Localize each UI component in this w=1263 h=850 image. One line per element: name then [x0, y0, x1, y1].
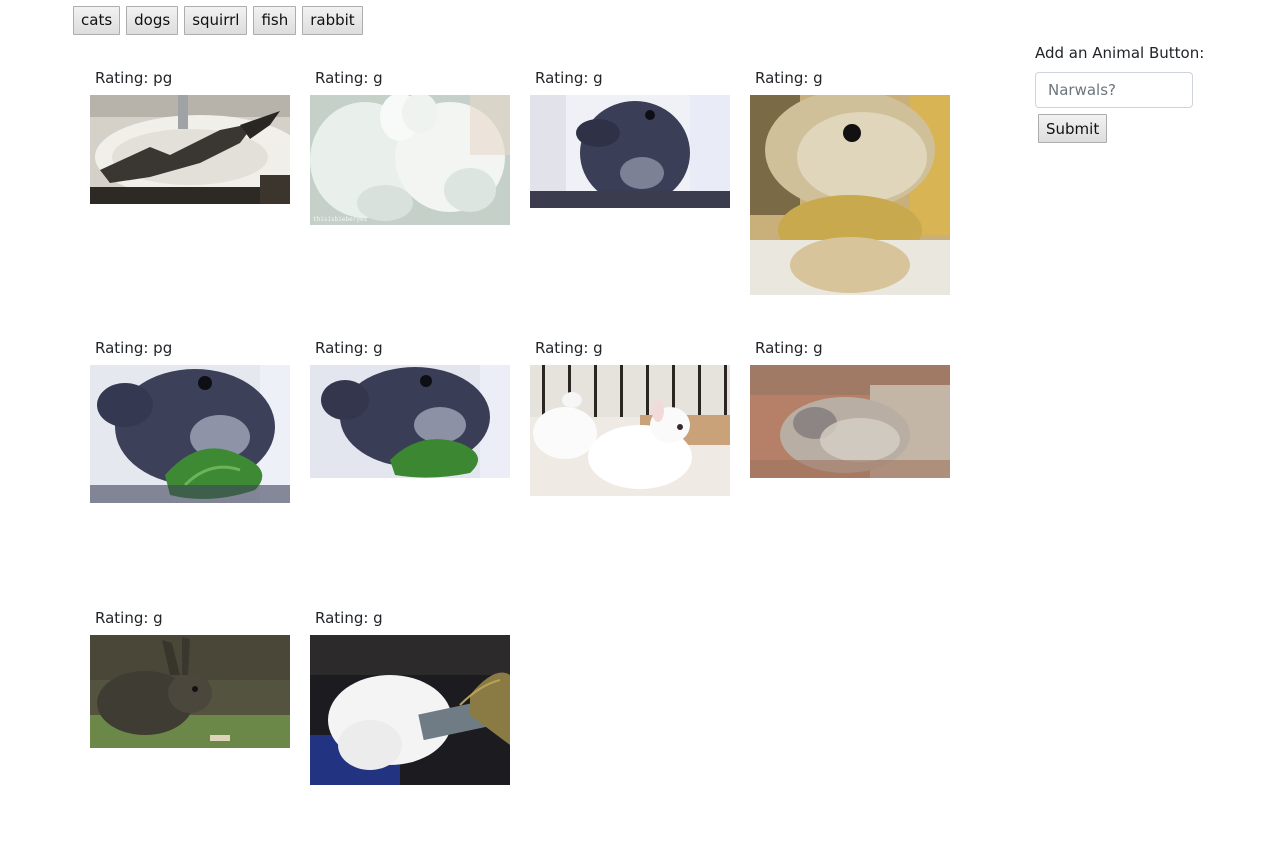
gif-card: Rating: g thisisbieberyes: [310, 68, 510, 225]
blurry-rabbit-image: [750, 365, 950, 478]
gif-rating: Rating: g: [535, 69, 603, 87]
submit-button[interactable]: Submit: [1038, 114, 1108, 143]
gif-image[interactable]: [90, 365, 290, 503]
gif-card: Rating: pg: [90, 68, 290, 204]
gif-image[interactable]: [530, 95, 730, 208]
gif-rating: Rating: g: [535, 339, 603, 357]
gif-card: Rating: g: [90, 608, 290, 748]
white-bunnies-cage-image: [530, 365, 730, 496]
gif-image[interactable]: [750, 95, 950, 295]
gif-rating: Rating: pg: [95, 339, 173, 357]
gif-image[interactable]: [90, 635, 290, 748]
gif-rating: Rating: pg: [95, 69, 173, 87]
grey-rabbit-image: [530, 95, 730, 208]
gif-card: Rating: g: [310, 338, 510, 478]
gif-rating: Rating: g: [95, 609, 163, 627]
topic-button-fish[interactable]: fish: [253, 6, 297, 35]
grey-rabbit-eating-2-image: [310, 365, 510, 478]
gif-image[interactable]: [530, 365, 730, 496]
topic-button-cats[interactable]: cats: [73, 6, 121, 35]
topic-button-squirrl[interactable]: squirrl: [184, 6, 248, 35]
topic-button-dogs[interactable]: dogs: [126, 6, 179, 35]
gif-watermark: thisisbieberyes: [313, 216, 368, 223]
gif-image[interactable]: [750, 365, 950, 478]
white-rabbit-hay-image: [310, 635, 510, 785]
gif-rating: Rating: g: [315, 339, 383, 357]
gif-image[interactable]: [90, 95, 290, 204]
gif-card: Rating: g: [530, 68, 730, 208]
gif-image[interactable]: [310, 365, 510, 478]
two-white-rabbits-image: [310, 95, 510, 225]
gif-rating: Rating: g: [755, 69, 823, 87]
gif-rating: Rating: g: [755, 339, 823, 357]
topic-button-rabbit[interactable]: rabbit: [302, 6, 363, 35]
grey-rabbit-eating-image: [90, 365, 290, 503]
animal-input[interactable]: [1035, 72, 1193, 108]
gif-card: Rating: pg: [90, 338, 290, 503]
gif-image[interactable]: [310, 635, 510, 785]
add-animal-form: Add an Animal Button: Submit: [1035, 43, 1205, 143]
gif-rating: Rating: g: [315, 69, 383, 87]
add-animal-label: Add an Animal Button:: [1035, 44, 1205, 62]
tan-rabbit-closeup-image: [750, 95, 950, 295]
wild-hare-image: [90, 635, 290, 748]
gif-card: Rating: g: [750, 338, 950, 478]
gif-card: Rating: g: [310, 608, 510, 785]
gif-card: Rating: g: [750, 68, 950, 295]
gif-rating: Rating: g: [315, 609, 383, 627]
rabbit-in-sink-image: [90, 95, 290, 204]
gif-image[interactable]: thisisbieberyes: [310, 95, 510, 225]
topic-buttons: cats dogs squirrl fish rabbit: [73, 6, 363, 35]
gif-card: Rating: g: [530, 338, 730, 496]
